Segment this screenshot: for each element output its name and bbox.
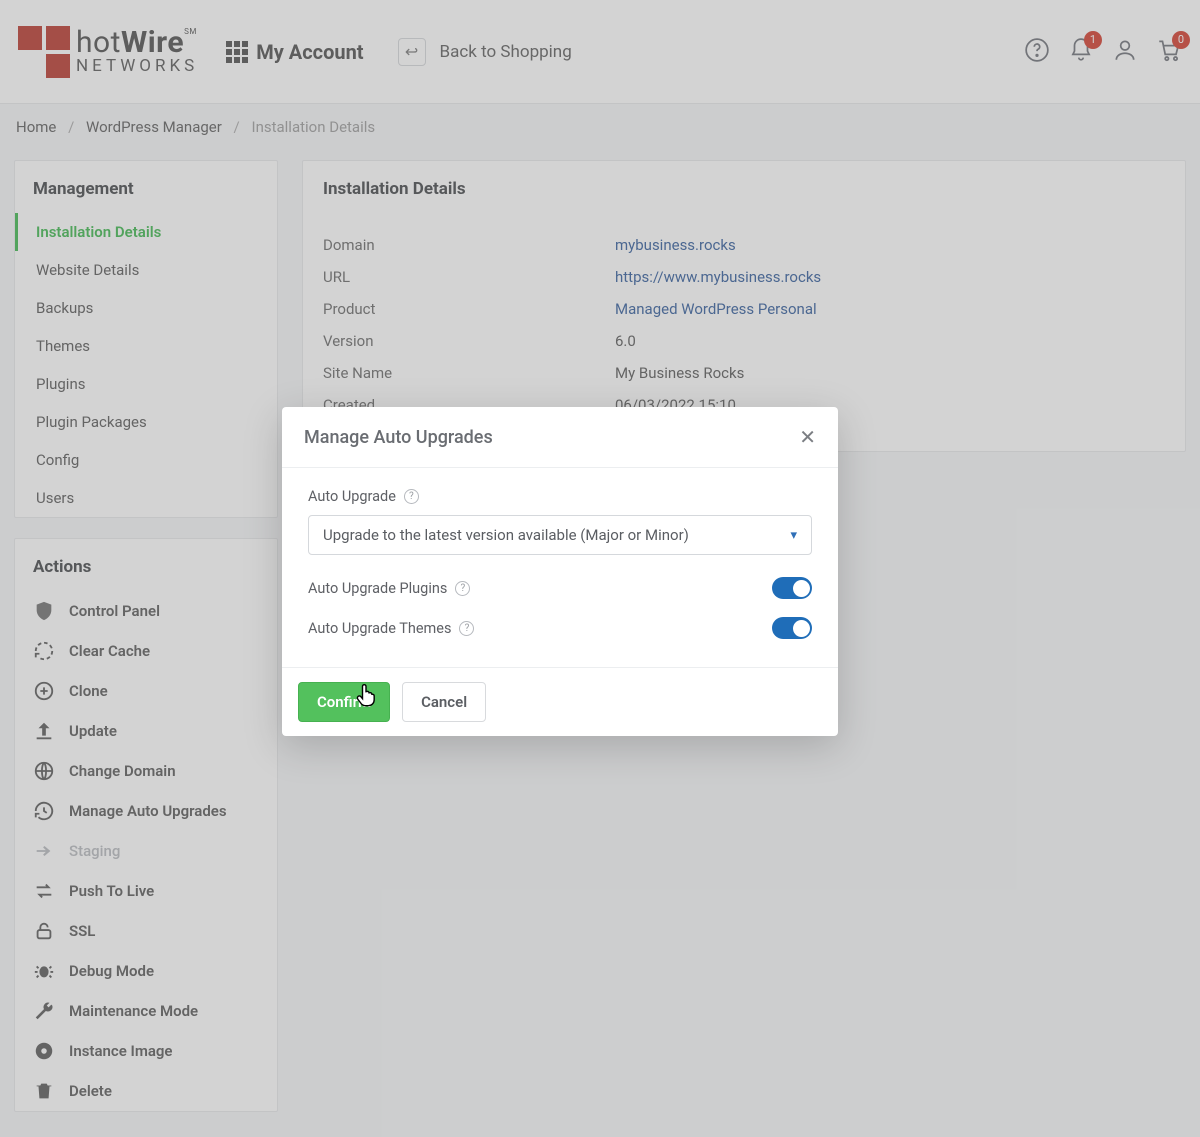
manage-auto-upgrades-modal: Manage Auto Upgrades ✕ Auto Upgrade ? Up…: [282, 407, 838, 736]
cancel-button[interactable]: Cancel: [402, 682, 486, 722]
auto-upgrade-plugins-label: Auto Upgrade Plugins: [308, 580, 447, 597]
chevron-down-icon: ▾: [790, 528, 797, 543]
modal-title: Manage Auto Upgrades: [304, 427, 493, 448]
help-circle-icon[interactable]: ?: [459, 621, 474, 636]
auto-upgrade-select[interactable]: Upgrade to the latest version available …: [308, 515, 812, 555]
close-icon[interactable]: ✕: [799, 425, 816, 449]
auto-upgrade-select-value: Upgrade to the latest version available …: [323, 526, 689, 544]
auto-upgrade-themes-toggle[interactable]: [772, 617, 812, 639]
help-circle-icon[interactable]: ?: [455, 581, 470, 596]
auto-upgrade-themes-label: Auto Upgrade Themes: [308, 620, 451, 637]
auto-upgrade-label: Auto Upgrade: [308, 488, 396, 505]
confirm-button[interactable]: Confirm: [298, 682, 390, 722]
help-circle-icon[interactable]: ?: [404, 489, 419, 504]
auto-upgrade-plugins-toggle[interactable]: [772, 577, 812, 599]
